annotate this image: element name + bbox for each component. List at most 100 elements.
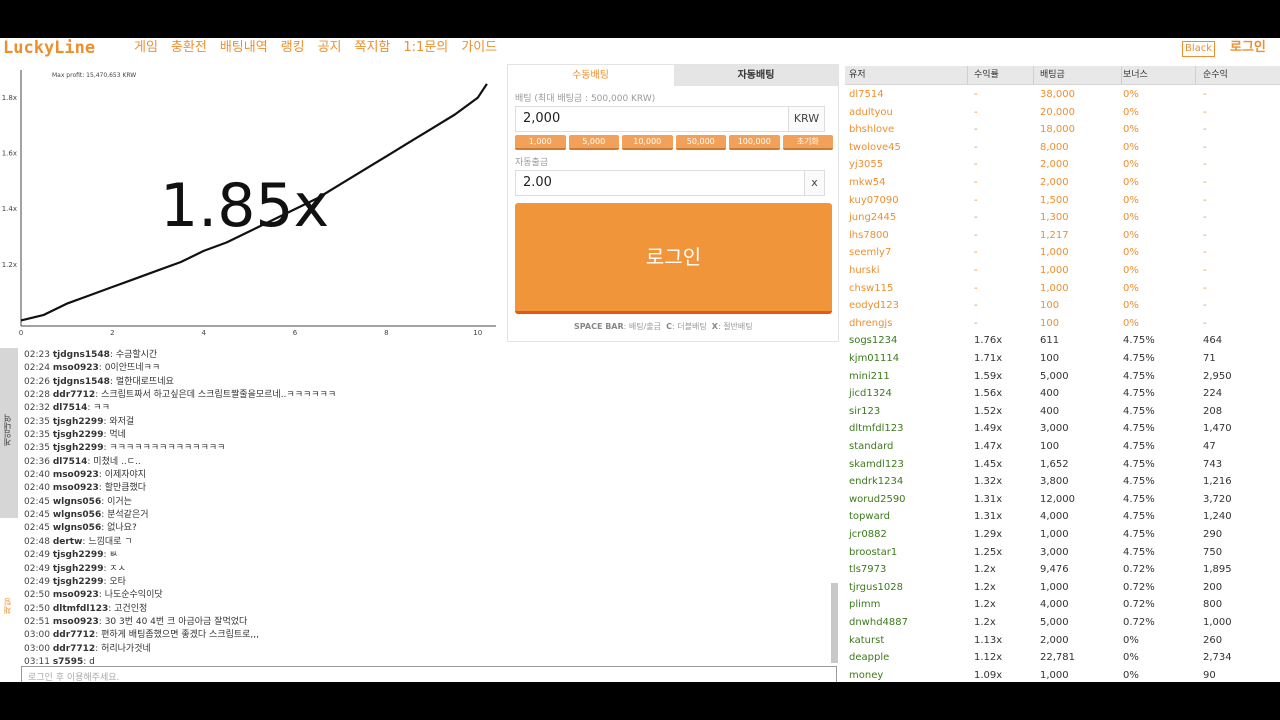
theme-toggle-button[interactable]: Black — [1182, 41, 1216, 57]
chat-username[interactable]: dertw — [53, 537, 83, 547]
rank-bonus: 0% — [1123, 669, 1139, 681]
rank-bonus: 0% — [1123, 212, 1139, 224]
quick-amount-50000-button[interactable]: 50,000 — [675, 135, 726, 150]
clear-cashout-button[interactable]: x — [804, 171, 824, 195]
quick-amount-5000-button[interactable]: 5,000 — [568, 135, 619, 150]
rank-bonus: 0% — [1123, 634, 1139, 646]
rank-profit: 743 — [1203, 458, 1223, 470]
chat-message: 02:26 tjdgns1548: 멀한대로뜨네요 — [24, 376, 174, 387]
nav-link-notice[interactable]: 공지 — [318, 39, 342, 57]
table-row: chsw115 - 1,000 0% - — [845, 280, 1280, 298]
table-row: adultyou - 20,000 0% - — [845, 104, 1280, 122]
nav-link-bet-history[interactable]: 배팅내역 — [220, 39, 268, 57]
login-button[interactable]: 로그인 — [515, 203, 832, 314]
chat-time: 02:36 — [24, 456, 50, 467]
keyboard-shortcut-hint: SPACE BAR: 배팅/출금 C: 더블배팅 X: 절반배팅 — [574, 322, 753, 332]
rank-bonus: 4.75% — [1123, 353, 1155, 364]
chat-username[interactable]: wlgns056 — [53, 510, 101, 520]
chat-username[interactable]: tjsgh2299 — [53, 417, 104, 427]
site-logo[interactable]: LuckyLine — [3, 38, 95, 58]
chat-username[interactable]: s7595 — [53, 657, 83, 664]
quick-amount-100000-button[interactable]: 100,000 — [729, 135, 780, 150]
nav-link-inquiry[interactable]: 1:1문의 — [403, 39, 448, 57]
rank-multiplier: - — [974, 89, 978, 100]
nav-link-ranking[interactable]: 랭킹 — [281, 39, 305, 57]
quick-amount-10000-button[interactable]: 10,000 — [622, 135, 673, 150]
rank-multiplier: - — [974, 300, 978, 312]
rank-multiplier: 1.76x — [974, 335, 1003, 347]
chat-username[interactable]: ddr7712 — [53, 630, 95, 640]
bet-amount-input[interactable]: 2,000 KRW — [515, 106, 825, 132]
rank-multiplier: 1.47x — [974, 441, 1003, 452]
chat-username[interactable]: mso0923 — [53, 483, 99, 493]
current-multiplier: 1.85x — [160, 171, 330, 241]
login-link[interactable]: 로그인 — [1230, 39, 1266, 57]
chat-username[interactable]: mso0923 — [53, 470, 99, 480]
chat-time: 02:48 — [24, 536, 50, 547]
tab-manual-bet[interactable]: 수동배팅 — [508, 65, 673, 86]
chat-username[interactable]: tjsgh2299 — [53, 577, 104, 587]
rank-profit: 200 — [1203, 581, 1223, 593]
chat-time: 02:49 — [24, 550, 50, 561]
chat-username[interactable]: mso0923 — [53, 590, 99, 600]
chat-username[interactable]: dl7514 — [53, 403, 88, 413]
nav-link-game[interactable]: 게임 — [134, 39, 158, 57]
chat-username[interactable]: tjsgh2299 — [53, 443, 104, 453]
chat-username[interactable]: tjsgh2299 — [53, 564, 104, 574]
nav-link-guide[interactable]: 가이드 — [461, 39, 497, 57]
rank-bonus: 0.72% — [1123, 599, 1155, 611]
chat-username[interactable]: tjsgh2299 — [53, 550, 104, 560]
side-tab-game-history[interactable]: 게임내역 — [0, 348, 18, 518]
chat-input[interactable]: 로그인 후 이용해주세요. — [21, 666, 837, 682]
chat-text: 수금할시간 — [115, 350, 158, 360]
rank-multiplier: 1.2x — [974, 564, 996, 576]
chat-username[interactable]: mso0923 — [53, 363, 99, 373]
rank-user: sogs1234 — [849, 335, 898, 347]
chat-username[interactable]: wlgns056 — [53, 497, 101, 507]
auto-cashout-input[interactable]: 2.00 x — [515, 170, 825, 196]
nav-link-messages[interactable]: 쪽지함 — [355, 39, 391, 57]
chat-text: 먹네 — [109, 430, 126, 441]
chat-text: ㅋㅋㅋㅋㅋㅋㅋㅋㅋㅋㅋㅋㅋㅋ — [109, 443, 226, 454]
chat-username[interactable]: tjsgh2299 — [53, 430, 104, 440]
chat-scrollbar[interactable] — [831, 583, 838, 663]
auto-cashout-label: 자동출금 — [515, 158, 549, 168]
rank-multiplier: 1.13x — [974, 634, 1003, 646]
rank-user: tls7973 — [849, 564, 887, 576]
chat-username[interactable]: mso0923 — [53, 617, 99, 627]
rank-bonus: 4.75% — [1123, 441, 1155, 452]
chat-time: 02:35 — [24, 430, 50, 441]
chat-username[interactable]: tjdgns1548 — [53, 350, 110, 360]
chat-input-placeholder: 로그인 후 이용해주세요. — [28, 673, 120, 682]
rank-multiplier: - — [974, 282, 978, 294]
rank-profit: - — [1203, 106, 1207, 118]
chat-username[interactable]: tjdgns1548 — [53, 377, 110, 387]
rank-bonus: 0% — [1123, 89, 1139, 100]
rank-user: chsw115 — [849, 282, 894, 294]
rank-profit: 290 — [1203, 529, 1223, 540]
rank-bet: 100 — [1040, 300, 1060, 312]
chat-message: 02:49 tjsgh2299: ㅈㅅ — [24, 563, 126, 574]
rank-bet: 3,000 — [1040, 546, 1069, 558]
quick-amount-1000-button[interactable]: 1,000 — [515, 135, 566, 150]
table-row: tls7973 1.2x 9,476 0.72% 1,895 — [845, 561, 1280, 579]
rank-multiplier: - — [974, 177, 978, 188]
chat-username[interactable]: ddr7712 — [53, 644, 95, 654]
nav-link-deposit-withdraw[interactable]: 충환전 — [171, 39, 207, 57]
rank-bet: 9,476 — [1040, 564, 1069, 576]
chat-time: 02:24 — [24, 363, 50, 374]
rank-bonus: 4.75% — [1123, 476, 1155, 488]
tab-auto-bet[interactable]: 자동배팅 — [674, 65, 838, 86]
reset-amount-button[interactable]: 초기화 — [782, 135, 833, 150]
chat-text: 미쳤네 ..ㄷ.. — [93, 456, 141, 467]
chat-message: 02:40 mso0923: 할만큼했다 — [24, 483, 147, 494]
rank-bet: 400 — [1040, 405, 1060, 417]
table-row: jcr0882 1.29x 1,000 4.75% 290 — [845, 526, 1280, 544]
chat-username[interactable]: dltmfdl123 — [53, 604, 108, 614]
chat-username[interactable]: ddr7712 — [53, 390, 95, 400]
chat-username[interactable]: wlgns056 — [53, 523, 101, 533]
rank-bonus: 0.72% — [1123, 617, 1155, 628]
chat-message: 02:51 mso0923: 30 3번 40 4번 크 아금아금 잘먹었다 — [24, 616, 248, 627]
side-tab-chat[interactable]: 채팅 — [0, 518, 18, 682]
chat-username[interactable]: dl7514 — [53, 457, 88, 467]
